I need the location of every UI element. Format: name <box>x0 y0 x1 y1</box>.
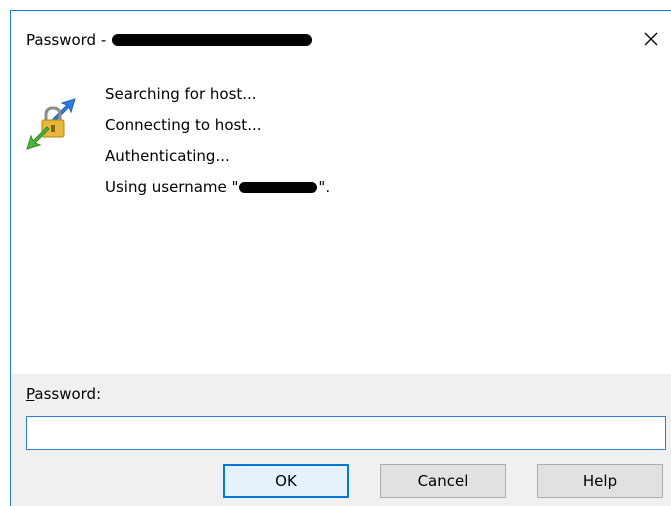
status-line-username: Using username " ". <box>105 172 330 203</box>
cancel-button[interactable]: Cancel <box>380 464 506 498</box>
input-panel: Password: OK Cancel Help <box>11 374 671 506</box>
password-label-rest: assword: <box>34 385 102 403</box>
status-line: Connecting to host... <box>105 116 262 134</box>
status-line-text: Using username " <box>105 178 239 196</box>
status-line: Searching for host... <box>105 85 257 103</box>
key-exchange-icon <box>23 93 83 153</box>
close-icon <box>643 31 659 51</box>
status-line-suffix: ". <box>318 178 331 196</box>
window-title-text: Password - <box>26 31 107 49</box>
title-bar: Password - <box>11 11 671 71</box>
help-button[interactable]: Help <box>537 464 663 498</box>
close-button[interactable] <box>631 21 671 61</box>
redacted-hostname <box>112 34 313 46</box>
status-messages: Searching for host... Connecting to host… <box>105 79 330 203</box>
redacted-username <box>239 182 318 193</box>
password-field[interactable] <box>26 416 666 450</box>
password-dialog: Password - Searching for host... Connect… <box>10 10 671 506</box>
ok-button[interactable]: OK <box>223 464 349 498</box>
status-line: Authenticating... <box>105 147 230 165</box>
window-title: Password - <box>26 31 313 49</box>
status-area: Searching for host... Connecting to host… <box>11 71 671 374</box>
password-label: Password: <box>26 385 101 403</box>
